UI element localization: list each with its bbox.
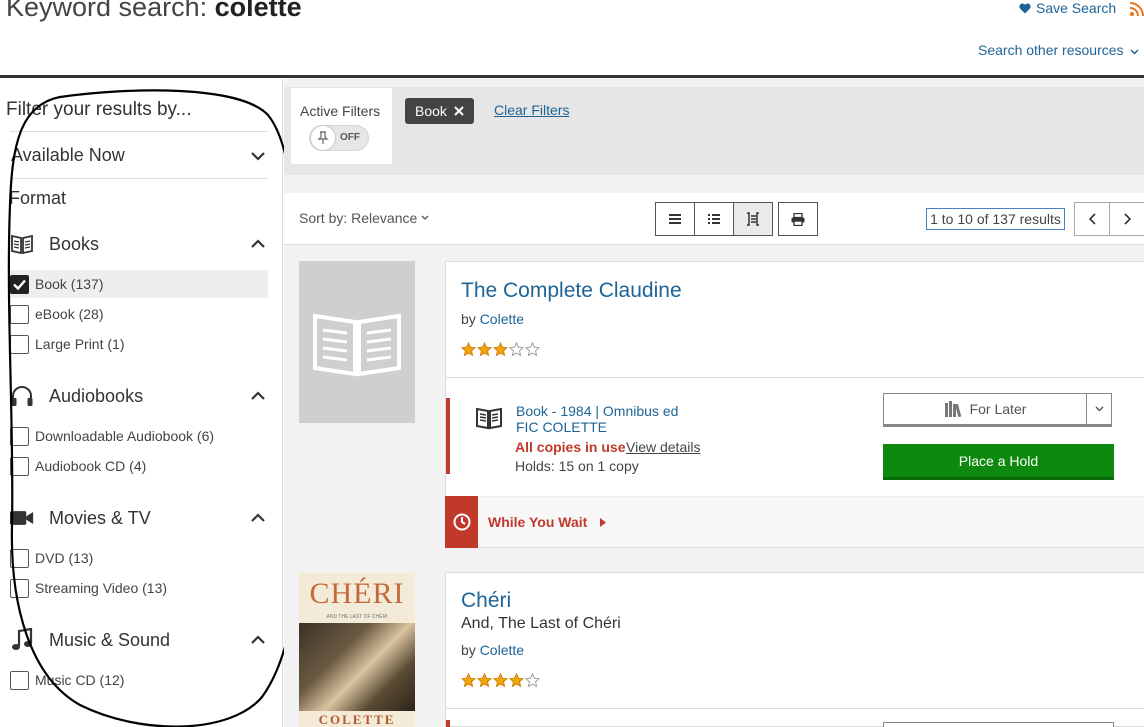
printer-icon bbox=[791, 212, 805, 226]
star-filled-icon bbox=[477, 673, 492, 688]
caret-right-icon bbox=[600, 518, 607, 527]
bookshelf-icon bbox=[944, 401, 961, 417]
star-filled-icon bbox=[461, 342, 476, 357]
author-link[interactable]: Colette bbox=[480, 311, 524, 327]
rss-icon[interactable] bbox=[1130, 2, 1144, 16]
star-empty-icon bbox=[525, 342, 540, 357]
availability-status: All copies in use bbox=[515, 439, 626, 455]
place-hold-button[interactable]: Place a Hold bbox=[883, 444, 1114, 480]
star-filled-icon bbox=[509, 673, 524, 688]
heart-icon bbox=[1019, 3, 1031, 13]
rating-stars bbox=[461, 342, 540, 357]
cover-painting bbox=[299, 623, 415, 711]
list-icon bbox=[669, 214, 681, 224]
bulleted-list-icon bbox=[708, 214, 720, 224]
view-detailed-list-button[interactable] bbox=[694, 202, 734, 236]
format-edition-link[interactable]: Book - 1984 | Omnibus ed bbox=[516, 403, 678, 419]
star-filled-icon bbox=[461, 673, 476, 688]
pin-icon[interactable] bbox=[310, 125, 336, 151]
hand-drawn-annotation bbox=[7, 89, 304, 727]
star-filled-icon bbox=[493, 342, 508, 357]
availability-indicator bbox=[446, 398, 450, 474]
results-count: 1 to 10 of 137 results bbox=[926, 208, 1065, 230]
next-page-button[interactable] bbox=[1109, 202, 1144, 236]
sort-dropdown[interactable]: Sort by: Relevance bbox=[299, 210, 429, 226]
close-icon[interactable] bbox=[454, 106, 464, 116]
availability-indicator bbox=[446, 720, 450, 727]
open-book-icon bbox=[313, 313, 401, 377]
result-author: by Colette bbox=[461, 311, 525, 327]
page-title: Keyword search: colette bbox=[6, 0, 302, 23]
rating-stars bbox=[461, 673, 540, 688]
filter-chip-book[interactable]: Book bbox=[405, 98, 474, 124]
chevron-down-icon bbox=[1095, 406, 1103, 412]
call-number[interactable]: FIC COLETTE bbox=[516, 419, 607, 435]
result-title[interactable]: The Complete Claudine bbox=[461, 279, 682, 303]
result-subtitle: And, The Last of Chéri bbox=[461, 615, 621, 632]
book-cover-image[interactable]: CHÉRI AND THE LAST OF CHÉRI COLETTE bbox=[299, 573, 415, 727]
book-cover-placeholder[interactable] bbox=[299, 261, 415, 423]
chevron-right-icon bbox=[1123, 213, 1131, 225]
star-empty-icon bbox=[525, 673, 540, 688]
author-link[interactable]: Colette bbox=[480, 642, 524, 658]
search-query: colette bbox=[214, 0, 302, 22]
active-filters-label: Active Filters bbox=[300, 103, 381, 119]
chevron-left-icon bbox=[1088, 213, 1096, 225]
while-you-wait-label[interactable]: While You Wait bbox=[488, 514, 607, 530]
view-list-button[interactable] bbox=[655, 202, 695, 236]
for-later-dropdown[interactable] bbox=[1086, 393, 1112, 427]
star-filled-icon bbox=[477, 342, 492, 357]
star-filled-icon bbox=[493, 673, 508, 688]
print-button[interactable] bbox=[778, 202, 818, 236]
view-details-link[interactable]: View details bbox=[626, 439, 700, 455]
result-card bbox=[445, 572, 1144, 727]
for-later-button[interactable]: For Later bbox=[883, 393, 1087, 427]
toggle-state: OFF bbox=[340, 132, 360, 143]
for-later-button[interactable] bbox=[883, 722, 1114, 727]
compact-view-icon bbox=[747, 212, 759, 226]
clock-icon bbox=[445, 496, 478, 548]
result-title[interactable]: Chéri bbox=[461, 589, 511, 613]
divider bbox=[446, 708, 1144, 709]
chevron-down-icon bbox=[421, 215, 429, 220]
holds-info: Holds: 15 on 1 copy bbox=[515, 458, 639, 474]
view-medium-button[interactable] bbox=[733, 202, 773, 236]
search-other-resources-dropdown[interactable]: Search other resources bbox=[978, 42, 1139, 58]
result-author: by Colette bbox=[461, 642, 525, 658]
chevron-down-icon bbox=[1130, 49, 1139, 55]
book-format-icon bbox=[475, 406, 503, 435]
previous-page-button[interactable] bbox=[1074, 202, 1110, 236]
save-search-link[interactable]: Save Search bbox=[1019, 0, 1116, 16]
divider bbox=[446, 377, 1144, 378]
clear-filters-link[interactable]: Clear Filters bbox=[494, 102, 569, 118]
star-empty-icon bbox=[509, 342, 524, 357]
